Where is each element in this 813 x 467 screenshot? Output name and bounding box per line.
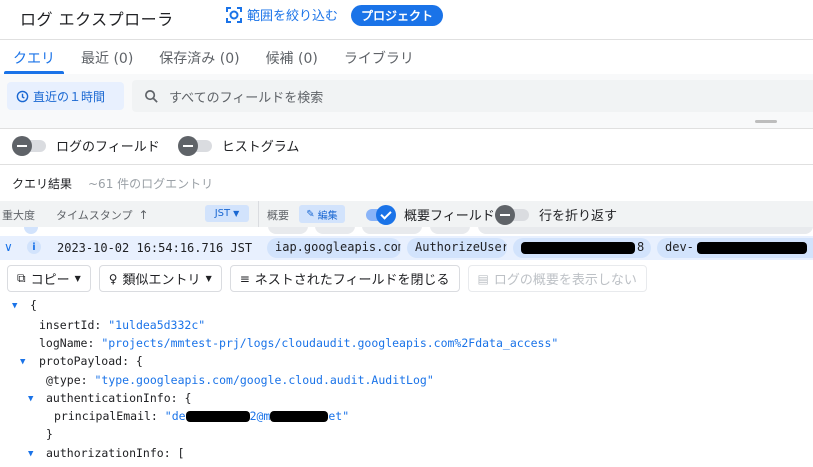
log-entry-row[interactable]: ∨ i 2023-10-02 16:54:16.716 JST iap.goog…: [0, 236, 813, 260]
json-log-name: logName: "projects/mmtest-prj/logs/cloud…: [39, 336, 559, 350]
collapse-nested-button[interactable]: ≡ ネストされたフィールドを閉じる: [229, 265, 460, 292]
log-fields-label: ログのフィールド: [56, 140, 160, 155]
summary-header: 概要: [267, 209, 289, 222]
timezone-dropdown[interactable]: JST ▼: [205, 205, 249, 222]
copy-label: コピー: [30, 273, 70, 288]
histogram-toggle[interactable]: ヒストグラム: [177, 135, 300, 156]
tab-saved[interactable]: 保存済み (0): [146, 40, 252, 74]
json-close-brace: }: [46, 427, 53, 441]
caret-down-icon: ▼: [205, 274, 212, 283]
hide-summary-label: ログの概要を表示しない: [493, 273, 637, 288]
collapse-nested-label: ネストされたフィールドを閉じる: [254, 273, 450, 288]
wrap-lines-toggle[interactable]: 行を折り返す: [495, 204, 618, 225]
tab-recent[interactable]: 最近 (0): [68, 40, 146, 74]
triangle-down-icon[interactable]: ▼: [28, 449, 33, 459]
entry-timestamp: 2023-10-02 16:54:16.716 JST: [57, 241, 253, 255]
entry-actions: ⧉ コピー ▼ ♀ 類似エントリ ▼ ≡ ネストされたフィールドを閉じる ▤ ロ…: [7, 265, 647, 292]
copy-icon: ⧉: [17, 271, 26, 285]
summary-fields-switch[interactable]: [360, 204, 396, 225]
json-proto-payload: protoPayload: {: [39, 354, 143, 368]
log-fields-switch[interactable]: [12, 135, 48, 156]
collapse-icon: ≡: [239, 271, 250, 286]
timestamp-header-label: タイムスタンプ: [56, 209, 133, 222]
summary-chip: [315, 227, 355, 234]
caret-down-icon: ▼: [74, 274, 81, 283]
summary-icon: ▤: [477, 271, 489, 286]
refine-scope-label: 範囲を絞り込む: [247, 9, 339, 24]
principal-chip[interactable]: dev-: [657, 238, 813, 258]
histogram-switch[interactable]: [177, 135, 214, 156]
search-icon: [145, 89, 158, 103]
json-open-brace: {: [30, 298, 37, 312]
timezone-label: JST: [214, 208, 231, 219]
edit-label: 編集: [317, 210, 338, 222]
json-insert-id: insertId: "1uldea5d332c": [39, 318, 206, 332]
panel-toggles: ログのフィールド ヒストグラム: [12, 135, 300, 156]
time-range-label: 直近の１時間: [33, 89, 106, 104]
table-header: 重大度 タイムスタンプ ↑ JST ▼ 概要 ✎ 編集 概要フィールド 行を折り…: [0, 201, 813, 227]
clock-icon: [16, 90, 29, 102]
json-authentication-info: authenticationInfo: {: [46, 391, 192, 405]
info-icon: [24, 227, 38, 234]
edit-summary-button[interactable]: ✎ 編集: [299, 205, 345, 223]
resource-chip-suffix: 8: [637, 240, 645, 254]
tab-query[interactable]: クエリ: [0, 40, 68, 74]
query-results-label: クエリ結果: [12, 177, 73, 191]
json-authorization-info: authorizationInfo: [: [46, 446, 185, 460]
tab-bar: クエリ 最近 (0) 保存済み (0) 候補 (0) ライブラリ: [0, 40, 427, 74]
method-chip[interactable]: AuthorizeUser: [407, 238, 507, 258]
json-principal-email: principalEmail: "de 2@m et": [54, 409, 350, 423]
timestamp-header[interactable]: タイムスタンプ ↑: [56, 207, 149, 223]
tab-library[interactable]: ライブラリ: [331, 40, 427, 74]
toggles-divider: [0, 164, 813, 165]
log-fields-toggle[interactable]: ログのフィールド: [12, 135, 160, 156]
tab-suggested[interactable]: 候補 (0): [253, 40, 331, 74]
refine-scope-link[interactable]: 範囲を絞り込む: [225, 5, 338, 24]
resource-chip[interactable]: 8: [513, 238, 651, 258]
redacted-block: [521, 242, 635, 254]
service-chip[interactable]: iap.googleapis.com: [267, 238, 401, 258]
wrap-lines-label: 行を折り返す: [539, 209, 618, 224]
similar-entries-button[interactable]: ♀ 類似エントリ ▼: [98, 265, 222, 292]
summary-chip: [362, 227, 422, 234]
triangle-down-icon[interactable]: ▼: [28, 394, 33, 404]
previous-log-row[interactable]: [0, 227, 813, 236]
redacted-block: [697, 242, 807, 254]
project-chip[interactable]: プロジェクト: [351, 5, 444, 26]
resize-handle[interactable]: [755, 120, 777, 123]
summary-chip: [430, 227, 470, 234]
info-icon: i: [27, 240, 41, 254]
sort-up-icon: ↑: [138, 208, 149, 222]
copy-button[interactable]: ⧉ コピー ▼: [7, 265, 91, 292]
time-range-button[interactable]: 直近の１時間: [7, 82, 124, 110]
triangle-down-icon[interactable]: ▼: [20, 357, 25, 367]
triangle-down-icon[interactable]: ▼: [12, 301, 17, 311]
summary-fields-label: 概要フィールド: [404, 209, 495, 224]
pencil-icon: ✎: [306, 208, 315, 220]
search-placeholder: すべてのフィールドを検索: [169, 90, 324, 106]
caret-down-icon: ▼: [233, 209, 240, 218]
similar-entries-label: 類似エントリ: [122, 273, 201, 288]
histogram-label: ヒストグラム: [221, 140, 300, 155]
redacted-block: [270, 411, 329, 422]
summary-fields-toggle[interactable]: 概要フィールド: [360, 204, 495, 225]
redacted-block: [185, 411, 250, 422]
page-title: ログ エクスプローラ: [20, 10, 174, 29]
toolbar-divider: [0, 128, 813, 129]
principal-chip-prefix: dev-: [665, 240, 694, 254]
summary-chip: [268, 227, 308, 234]
scope-icon: [226, 6, 242, 23]
json-type: @type: "type.googleapis.com/google.cloud…: [46, 373, 434, 387]
hide-summary-button[interactable]: ▤ ログの概要を表示しない: [467, 265, 647, 292]
column-separator[interactable]: [258, 201, 259, 227]
severity-header[interactable]: 重大度: [2, 207, 35, 223]
chevron-down-icon[interactable]: ∨: [4, 240, 13, 254]
wrap-lines-switch[interactable]: [495, 204, 531, 225]
summary-chip: [478, 227, 813, 234]
search-input[interactable]: すべてのフィールドを検索: [132, 80, 813, 112]
query-results-count: ~61 件のログエントリ: [88, 177, 214, 191]
lightbulb-icon: ♀: [108, 271, 118, 286]
